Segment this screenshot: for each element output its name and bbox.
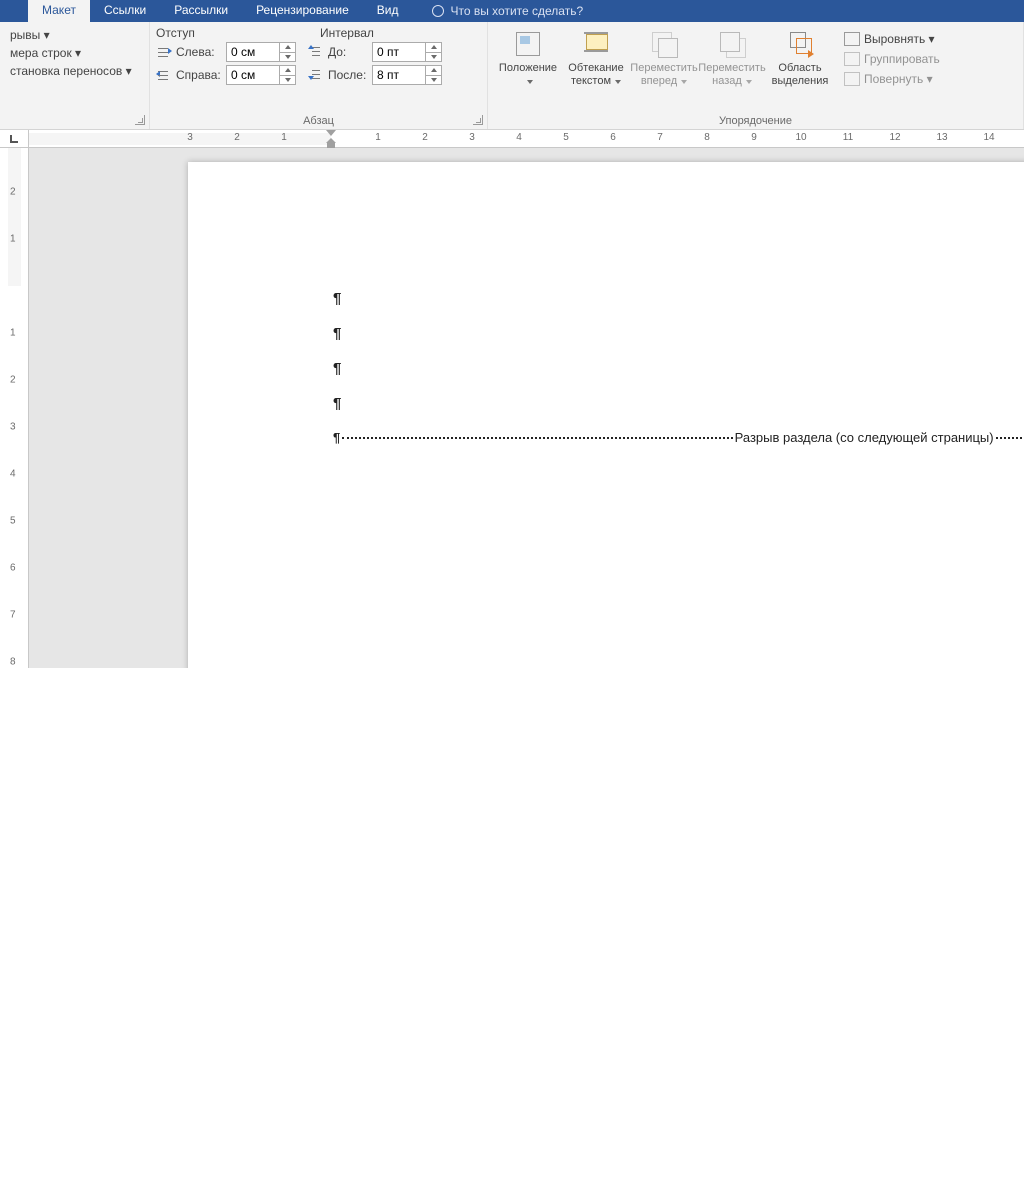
indent-left-input[interactable] [226, 42, 296, 62]
page-setup-launcher[interactable] [135, 115, 145, 125]
ribbon-tabs: Макет Ссылки Рассылки Рецензирование Вид… [0, 0, 1024, 22]
tab-mailings[interactable]: Рассылки [160, 0, 242, 22]
document-page[interactable]: ¶ ¶ ¶ ¶ ¶Разрыв раздела (со следующей ст… [188, 162, 1024, 668]
ribbon: рывы ▾ мера строк ▾ становка переносов ▾… [0, 22, 1024, 130]
spacing-before-field[interactable] [373, 43, 425, 61]
indent-right-field[interactable] [227, 66, 279, 84]
indent-left-field[interactable] [227, 43, 279, 61]
spacing-after-label: После: [328, 68, 372, 82]
section-break-label: Разрыв раздела (со следующей страницы) [735, 430, 994, 445]
indent-left-label: Слева: [176, 45, 226, 59]
rotate-icon [844, 72, 860, 86]
spacing-after-up[interactable] [426, 66, 441, 76]
indent-left-up[interactable] [280, 43, 295, 53]
wrap-text-button[interactable]: Обтекание текстом [562, 26, 630, 100]
tab-references[interactable]: Ссылки [90, 0, 160, 22]
spacing-header: Интервал [320, 26, 374, 40]
tab-review[interactable]: Рецензирование [242, 0, 363, 22]
paragraph-mark: ¶ [333, 395, 341, 413]
indent-right-icon [156, 68, 172, 82]
spacing-before-up[interactable] [426, 43, 441, 53]
group-paragraph: Отступ Интервал Слева: До: Справа: [150, 22, 488, 129]
tab-layout[interactable]: Макет [28, 0, 90, 22]
tab-partial[interactable] [0, 0, 28, 22]
send-backward-button[interactable]: Переместить назад [698, 26, 766, 100]
horizontal-ruler[interactable]: 321123456789101112131415 [29, 130, 1024, 148]
group-objects-button[interactable]: Группировать [840, 50, 944, 68]
line-numbers-button[interactable]: мера строк ▾ [6, 44, 143, 62]
paragraph-launcher[interactable] [473, 115, 483, 125]
vertical-ruler[interactable]: 2112345678 [0, 148, 29, 668]
group-icon [844, 52, 860, 66]
spacing-before-input[interactable] [372, 42, 442, 62]
send-backward-icon [716, 28, 748, 60]
indent-header: Отступ [156, 26, 320, 40]
bring-forward-button[interactable]: Переместить вперед [630, 26, 698, 100]
indent-right-input[interactable] [226, 65, 296, 85]
spacing-after-icon [308, 68, 324, 82]
spacing-before-down[interactable] [426, 53, 441, 62]
bring-forward-icon [648, 28, 680, 60]
bulb-icon [432, 5, 444, 17]
workspace: 321123456789101112131415 2112345678 ¶ ¶ … [0, 130, 1024, 668]
group-page-setup: рывы ▾ мера строк ▾ становка переносов ▾ [0, 22, 150, 129]
tab-view[interactable]: Вид [363, 0, 413, 22]
paragraph-group-label: Абзац [150, 115, 487, 127]
align-icon [844, 32, 860, 46]
position-button[interactable]: Положение [494, 26, 562, 100]
indent-left-icon [156, 45, 172, 59]
paragraph-mark: ¶ [333, 325, 341, 343]
spacing-before-icon [308, 45, 324, 59]
first-line-indent-marker[interactable] [326, 130, 336, 136]
hyphenation-button[interactable]: становка переносов ▾ [6, 62, 143, 80]
spacing-after-field[interactable] [373, 66, 425, 84]
arrange-group-label: Упорядочение [488, 115, 1023, 127]
document-area[interactable]: ¶ ¶ ¶ ¶ ¶Разрыв раздела (со следующей ст… [29, 148, 1024, 668]
tab-stop-icon [10, 135, 18, 143]
paragraph-mark: ¶ [333, 360, 341, 378]
tell-me-search[interactable]: Что вы хотите сделать? [412, 0, 583, 22]
selection-pane-icon [784, 28, 816, 60]
indent-right-up[interactable] [280, 66, 295, 76]
position-icon [512, 28, 544, 60]
rotate-button[interactable]: Повернуть ▾ [840, 70, 944, 88]
indent-left-down[interactable] [280, 53, 295, 62]
spacing-after-input[interactable] [372, 65, 442, 85]
spacing-before-label: До: [328, 45, 372, 59]
selection-pane-button[interactable]: Область выделения [766, 26, 834, 100]
tell-me-placeholder: Что вы хотите сделать? [450, 4, 583, 18]
align-button[interactable]: Выровнять ▾ [840, 30, 944, 48]
section-break: ¶Разрыв раздела (со следующей страницы) [333, 430, 1024, 445]
breaks-button[interactable]: рывы ▾ [6, 26, 143, 44]
paragraph-mark: ¶ [333, 290, 341, 308]
indent-right-down[interactable] [280, 76, 295, 85]
spacing-after-down[interactable] [426, 76, 441, 85]
ruler-corner[interactable] [0, 130, 29, 148]
wrap-text-icon [580, 28, 612, 60]
indent-right-label: Справа: [176, 68, 226, 82]
group-arrange: Положение Обтекание текстом Переместить … [488, 22, 1024, 129]
